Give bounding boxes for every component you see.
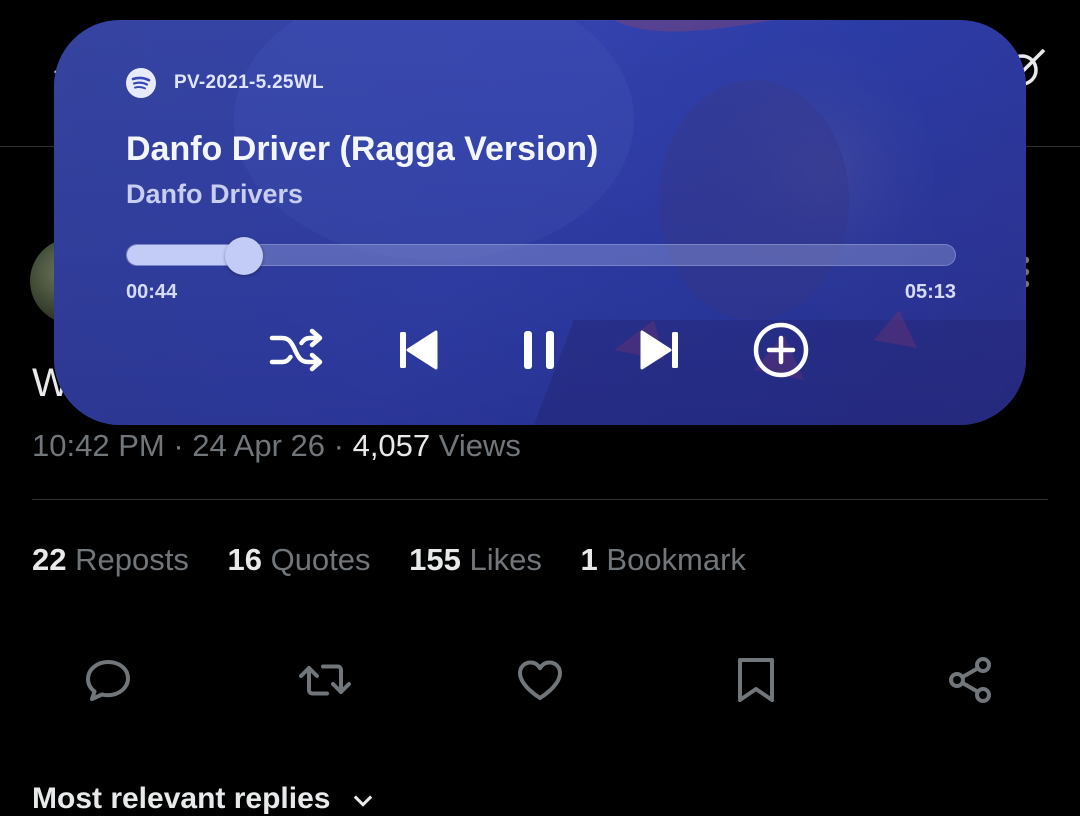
track-title: Danfo Driver (Ragga Version) — [126, 130, 599, 168]
replies-sort-dropdown[interactable]: Most relevant replies — [32, 782, 377, 816]
stat-reposts[interactable]: 22 Reposts — [32, 542, 189, 577]
repost-button[interactable] — [297, 652, 353, 708]
tweet-time: 10:42 PM — [32, 428, 165, 463]
views-count: 4,057 — [352, 428, 431, 463]
stat-bookmarks[interactable]: 1 Bookmark — [581, 542, 746, 577]
pause-button[interactable] — [507, 318, 571, 382]
action-bar — [0, 652, 1080, 716]
like-icon — [518, 660, 562, 700]
previous-button[interactable] — [386, 318, 450, 382]
meta-separator: · — [333, 428, 344, 463]
seek-bar[interactable] — [126, 237, 956, 275]
views-label: Views — [438, 428, 521, 463]
reply-icon — [86, 660, 130, 701]
stat-label: Bookmark — [606, 542, 746, 577]
total-duration: 05:13 — [904, 281, 956, 303]
shuffle-button[interactable] — [264, 318, 328, 382]
like-button[interactable] — [512, 652, 568, 708]
previous-icon — [400, 330, 438, 370]
share-icon — [949, 657, 991, 703]
engagement-stats: 22 Reposts 16 Quotes 155 Likes 1 Bookmar… — [32, 542, 776, 578]
reply-button[interactable] — [80, 652, 136, 708]
spotify-icon — [126, 68, 156, 98]
seek-thumb[interactable] — [225, 237, 263, 275]
shuffle-icon — [269, 328, 323, 372]
repost-icon — [299, 664, 351, 696]
stat-likes[interactable]: 155 Likes — [409, 542, 542, 577]
player-content: PV-2021-5.25WL Danfo Driver (Ragga Versi… — [54, 20, 1026, 425]
stat-label: Reposts — [75, 542, 189, 577]
tweet-date: 24 Apr 26 — [192, 428, 325, 463]
stat-number: 16 — [227, 542, 262, 577]
add-to-library-button[interactable] — [749, 318, 813, 382]
stat-number: 1 — [580, 542, 598, 577]
divider — [32, 499, 1048, 500]
stat-label: Likes — [469, 542, 542, 577]
elapsed-time: 00:44 — [126, 281, 178, 303]
media-notification[interactable]: PV-2021-5.25WL Danfo Driver (Ragga Versi… — [54, 20, 1026, 425]
track-artist: Danfo Drivers — [126, 179, 304, 209]
next-button[interactable] — [628, 318, 692, 382]
source-app-name: PV-2021-5.25WL — [174, 72, 324, 93]
stat-number: 22 — [32, 542, 67, 577]
stat-number: 155 — [409, 542, 461, 577]
bookmark-icon — [738, 658, 774, 702]
stat-quotes[interactable]: 16 Quotes — [227, 542, 370, 577]
meta-separator: · — [173, 428, 184, 463]
chevron-down-icon — [353, 795, 373, 807]
tweet-meta: 10:42 PM · 24 Apr 26 · 4,057 Views — [32, 428, 521, 464]
replies-heading: Most relevant replies — [32, 782, 331, 815]
share-button[interactable] — [943, 652, 999, 708]
stat-label: Quotes — [270, 542, 371, 577]
next-icon — [640, 330, 678, 370]
bookmark-button[interactable] — [728, 652, 784, 708]
add-circle-icon — [753, 322, 809, 378]
pause-icon — [524, 331, 554, 369]
app-header: PV-2021-5.25WL — [126, 68, 324, 98]
